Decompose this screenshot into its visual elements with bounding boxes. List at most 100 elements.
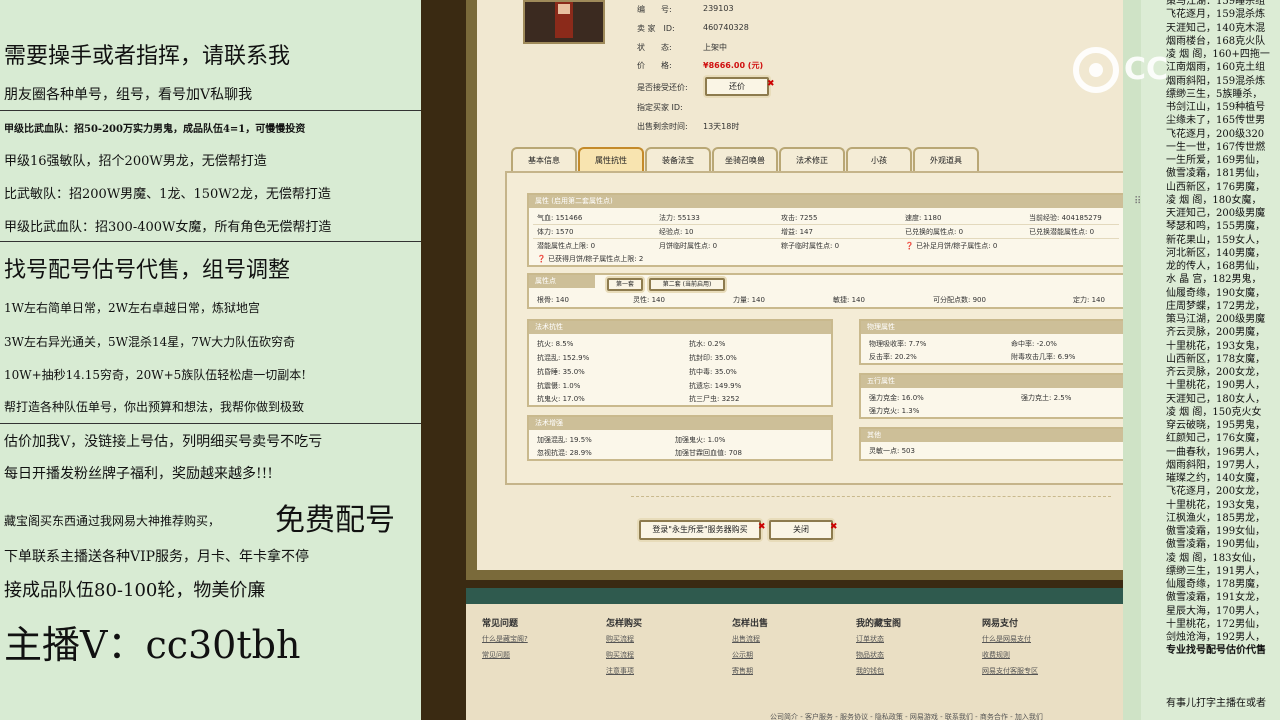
stat-cell: 可分配点数: 900 [933, 296, 986, 304]
footer-link[interactable]: 物品状态 [856, 650, 884, 660]
divider [533, 224, 1119, 225]
comment-item: 烟雨斜阳，197男人， [1166, 459, 1266, 471]
stat-cell: 已兑换潜能属性点: 0 [1029, 228, 1095, 236]
close-icon: ✖ [767, 79, 775, 89]
promo-line: 藏宝阁买东西通过我网易大神推荐购买， [4, 514, 221, 528]
divider [0, 241, 421, 242]
comment-item: 十里桃花，193女鬼， [1166, 340, 1266, 352]
stat-cell: 抗遗忘: 149.9% [689, 382, 742, 390]
footer-link[interactable]: 网易支付客服专区 [982, 666, 1038, 676]
login-buy-button[interactable]: 登录"永生所爱"服务器购买 [639, 520, 761, 540]
character-portrait [523, 0, 605, 44]
comment-item: 飞花逐月，159混杀炼 [1166, 9, 1266, 21]
close-icon: ✖ [830, 522, 838, 532]
seller-value: 460740328 [703, 23, 749, 32]
id-value: 239103 [703, 4, 734, 13]
stat-text: 已获得月饼/粽子属性点上限: 2 [547, 255, 644, 263]
comment-item: 新花果山，159女人， [1166, 234, 1266, 246]
footer-link[interactable]: 出售流程 [732, 634, 760, 644]
comment-item: 傲雪凌霜，190男仙， [1166, 539, 1266, 551]
promo-line: 接成品队伍80-100轮，物美价廉 [4, 580, 266, 601]
stat-cell: 强力克金: 16.0% [869, 394, 924, 402]
comment-item: 专业找号配号估价代售 [1166, 645, 1266, 657]
stat-cell: 抗震慑: 1.0% [537, 382, 581, 390]
comment-feed: 策马江湖：159睡杀组 飞花逐月，159混杀炼 天涯知己，140克木混 烟雨楼台，16… [1123, 0, 1280, 720]
stat-text: 已补足月饼/粽子属性点: 0 [915, 242, 998, 250]
stat-cell: 法力: 55133 [659, 214, 700, 222]
comment-item: 天涯知己，140克木混 [1166, 22, 1266, 34]
footer-link[interactable]: 什么是藏宝阁? [482, 634, 528, 644]
streamer-contact: 主播Ⅴ：cc30tbh [4, 623, 301, 667]
comment-item: 红颜知己，176女魔， [1166, 433, 1266, 445]
promo-line: 10W+抽秒14.15穷奇，20W+5族队伍轻松虐一切副本! [4, 368, 307, 382]
footer-link[interactable]: 购买流程 [606, 650, 634, 660]
buyer-label: 指定买家 ID: [637, 103, 683, 112]
footer-link[interactable]: 购买流程 [606, 634, 634, 644]
section-header: 其他 [861, 429, 1123, 442]
drag-handle-icon[interactable]: ⠿ [1134, 196, 1141, 207]
promo-line: 需要操手或者指挥，请联系我 [4, 44, 291, 69]
stat-cell: 抗火: 8.5% [537, 340, 574, 348]
comment-item: 尘缘未了，165传世男 [1166, 115, 1266, 127]
stat-cell: 体力: 1570 [537, 228, 574, 236]
five-elements-section: 五行属性 强力克金: 16.0% 强力克土: 2.5% 强力克火: 1.3% [859, 373, 1123, 419]
points-set-2-tab[interactable]: 第二套 (当前启用) [649, 278, 725, 291]
footer-bottom-links[interactable]: 公司简介 - 客户服务 - 服务协议 - 隐私政策 - 网易游戏 - 联系我们 … [770, 712, 1043, 720]
comment-item: 星辰大海，170男人， [1166, 605, 1266, 617]
footer-link[interactable]: 我的钱包 [856, 666, 884, 676]
points-section: 属性点 第一套 第二套 (当前启用) 根骨: 140 灵性: 140 力量: 1… [527, 273, 1123, 309]
comment-item: 十里桃花，190男人， [1166, 380, 1266, 392]
tab-mounts[interactable]: 坐骑召唤兽 [712, 147, 778, 173]
section-header: 五行属性 [861, 375, 1123, 388]
tab-basic-info[interactable]: 基本信息 [511, 147, 577, 173]
attribute-section: 属性 (启用第二套属性点) 气血: 151466 法力: 55133 攻击: 7… [527, 193, 1123, 267]
stat-cell: 抗中毒: 35.0% [689, 368, 737, 376]
magic-boost-section: 法术增强 加强混乱: 19.5% 加强鬼火: 1.0% 忽视抗混: 28.9% … [527, 415, 833, 461]
stat-cell: 抗三尸虫: 3252 [689, 395, 740, 403]
promo-line: 甲级比武血队：招50-200万实力男鬼，成品队伍4=1，可慢慢投资 [4, 124, 306, 135]
stat-cell: 速度: 1180 [905, 214, 942, 222]
footer-link[interactable]: 收费规则 [982, 650, 1010, 660]
stat-cell: 抗混乱: 152.9% [537, 354, 590, 362]
comment-item: 飞花逐月，200级320 [1166, 128, 1265, 140]
stat-cell: 灵敏一点: 503 [869, 447, 915, 455]
comment-item: 琴瑟和鸣，155男魔， [1166, 221, 1266, 233]
stat-cell: 加强鬼火: 1.0% [675, 436, 726, 444]
time-label: 出售剩余时间: [637, 122, 688, 131]
other-section: 其他 灵敏一点: 503 [859, 427, 1123, 461]
comment-item: 一生一世，167传世燃 [1166, 141, 1266, 153]
close-button[interactable]: 关闭 [769, 520, 833, 540]
footer-link[interactable]: 什么是网易支付 [982, 634, 1031, 644]
tab-appearance[interactable]: 外观道具 [913, 147, 979, 173]
section-header: 属性 (启用第二套属性点) [529, 195, 1123, 208]
promo-panel: 需要操手或者指挥，请联系我 朋友圈各种单号，组号，看号加Ⅴ私聊我 甲级比武血队：… [0, 0, 421, 720]
bargain-label: 是否接受还价: [637, 83, 688, 92]
comment-item: 河北新区，140男魔， [1166, 247, 1266, 259]
stat-cell: 月饼临时属性点: 0 [659, 242, 718, 250]
footer-col-title: 网易支付 [982, 619, 1019, 629]
tab-child[interactable]: 小孩 [846, 147, 912, 173]
bargain-button[interactable]: 还价 [705, 77, 769, 96]
footer-link[interactable]: 公示期 [732, 650, 753, 660]
footer-link[interactable]: 常见问题 [482, 650, 510, 660]
points-set-1-tab[interactable]: 第一套 [607, 278, 643, 291]
footer-link[interactable]: 注意事项 [606, 666, 634, 676]
section-header: 法术抗性 [529, 321, 831, 334]
divider [0, 423, 421, 424]
footer-col-title: 我的藏宝阁 [856, 619, 902, 629]
stat-cell: 定力: 140 [1073, 296, 1105, 304]
tab-attributes[interactable]: 属性抗性 [578, 147, 644, 173]
comment-item: 庄周梦蝶，172男龙， [1166, 300, 1266, 312]
footer-link[interactable]: 订单状态 [856, 634, 884, 644]
comment-item: 龙的传人，168男仙， [1166, 261, 1266, 272]
tab-magic-fix[interactable]: 法术修正 [779, 147, 845, 173]
stat-cell: 附毒攻击几率: 6.9% [1011, 353, 1076, 361]
comment-item: 齐云灵脉，200男魔， [1166, 327, 1266, 339]
stat-cell: 粽子临时属性点: 0 [781, 242, 840, 250]
tab-equipment[interactable]: 装备法宝 [645, 147, 711, 173]
stat-cell: 敏捷: 140 [833, 296, 865, 304]
promo-line: 估价加我Ⅴ，没链接上号估，列明细买号卖号不吃亏 [4, 434, 323, 450]
footer-link[interactable]: 寄售期 [732, 666, 753, 676]
stat-cell: 强力克火: 1.3% [869, 407, 920, 415]
footer-col-title: 怎样出售 [732, 619, 769, 629]
